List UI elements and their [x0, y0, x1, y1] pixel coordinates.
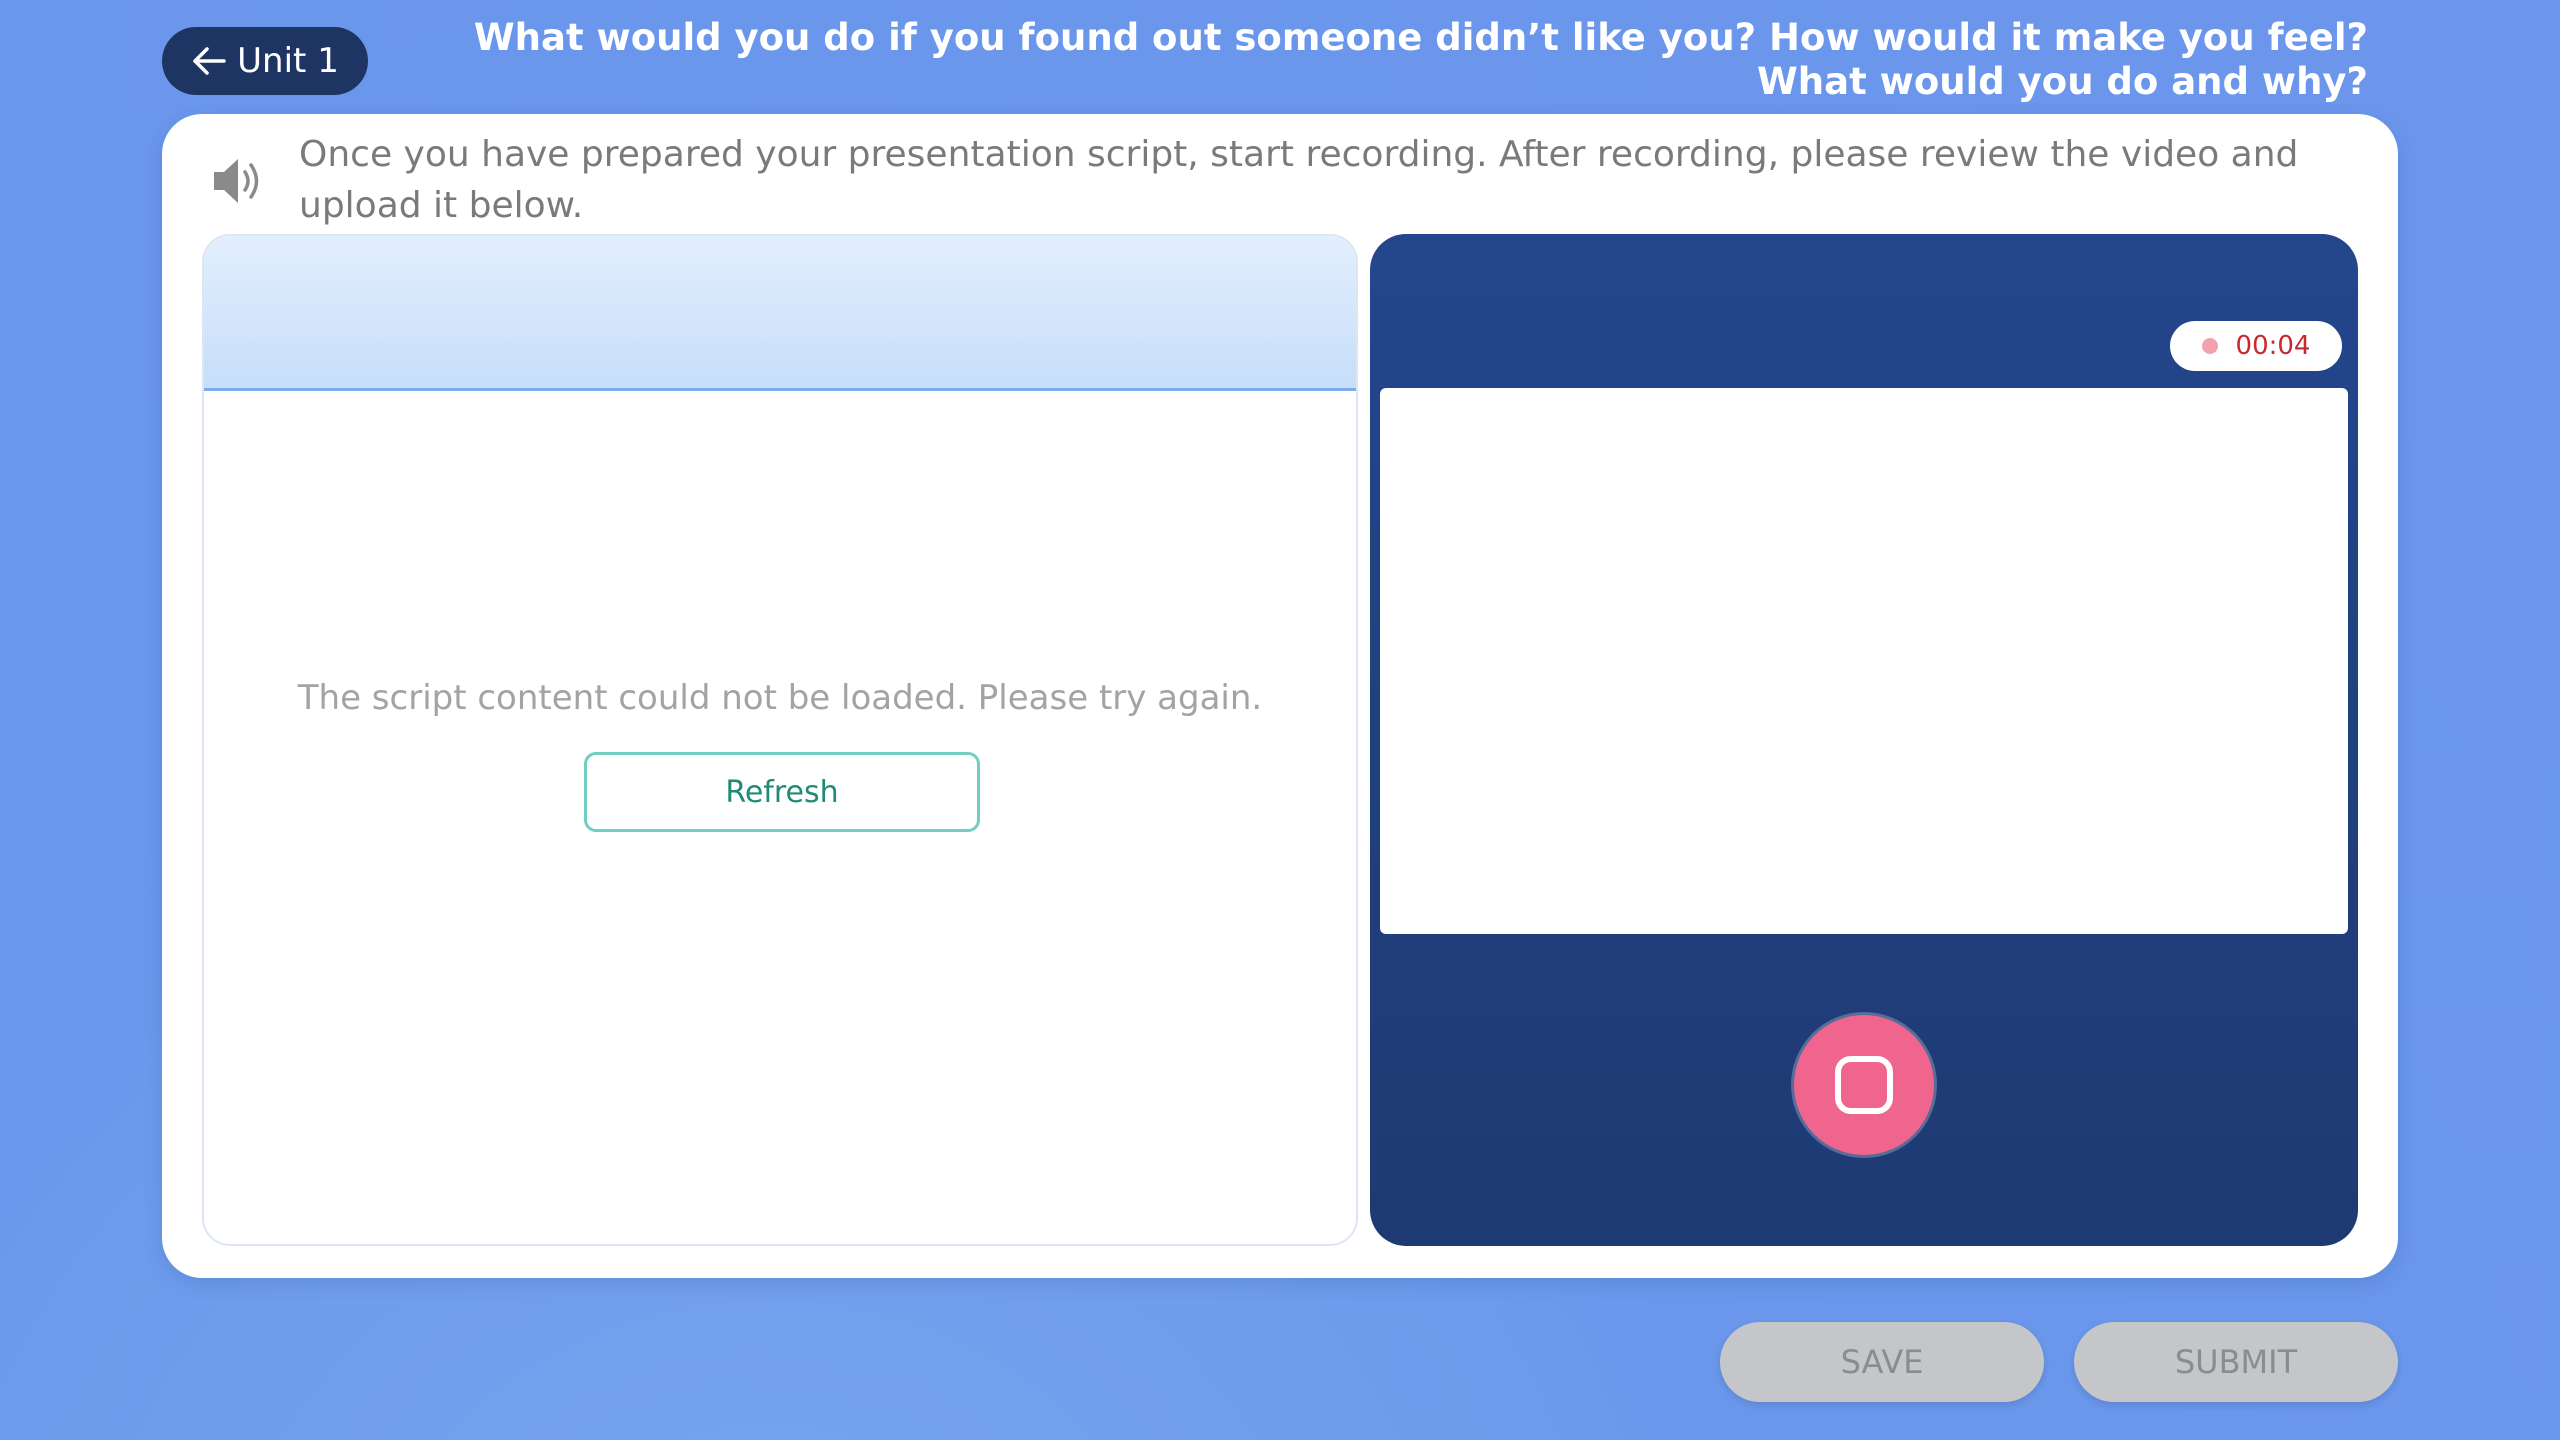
speaker-icon[interactable]: [208, 150, 270, 212]
recording-panel: 00:04: [1370, 234, 2358, 1246]
refresh-button[interactable]: Refresh: [584, 752, 980, 832]
timer-text: 00:04: [2235, 331, 2311, 361]
instruction-text: Once you have prepared your presentation…: [299, 134, 2299, 226]
recording-timer: 00:04: [2170, 321, 2342, 371]
script-panel-header: [204, 236, 1356, 391]
back-button-label: Unit 1: [237, 41, 339, 81]
video-preview: [1380, 388, 2348, 934]
stop-icon: [1835, 1056, 1893, 1114]
back-button[interactable]: Unit 1: [162, 27, 368, 95]
save-button[interactable]: SAVE: [1720, 1322, 2044, 1402]
script-panel: The script content could not be loaded. …: [202, 234, 1358, 1246]
question-title: What would you do if you found out someo…: [473, 16, 2368, 103]
submit-button[interactable]: SUBMIT: [2074, 1322, 2398, 1402]
stop-recording-button[interactable]: [1794, 1015, 1934, 1155]
main-card: Once you have prepared your presentation…: [162, 114, 2398, 1278]
recording-dot-icon: [2201, 338, 2218, 354]
arrow-left-icon: [191, 46, 227, 76]
script-error-message: The script content could not be loaded. …: [297, 678, 1263, 718]
